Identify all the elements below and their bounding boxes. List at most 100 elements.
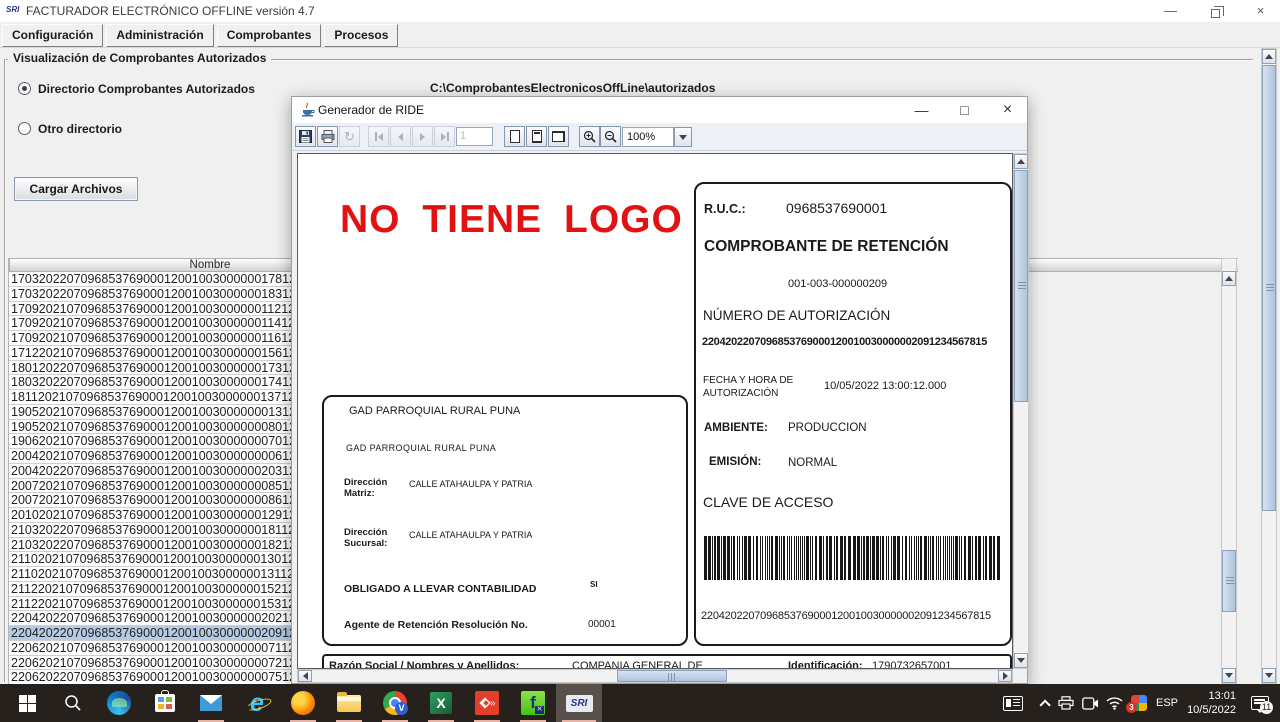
last-page-button[interactable] (434, 126, 455, 147)
java-icon (300, 102, 315, 118)
taskbar-edge-button[interactable] (96, 684, 142, 722)
dialog-scroll-thumb[interactable] (1014, 170, 1028, 402)
clock-time: 13:01 (1180, 689, 1236, 703)
radio-directorio-autorizados[interactable] (18, 82, 31, 95)
fit-page-icon (532, 130, 542, 143)
taskbar-firefox-button[interactable] (280, 684, 326, 722)
tray-network-button[interactable] (1102, 684, 1126, 722)
frame-scroll-thumb[interactable] (1262, 65, 1276, 511)
menu-procesos[interactable]: Procesos (324, 24, 398, 47)
frame-scroll-up-icon[interactable] (1262, 49, 1276, 64)
frame-scroll-down-icon[interactable] (1262, 668, 1276, 683)
save-button[interactable] (295, 126, 316, 147)
obligado-label: OBLIGADO A LLEVAR CONTABILIDAD (344, 583, 537, 595)
taskbar-facturador-button[interactable]: f✕ (510, 684, 556, 722)
zoom-combo-arrow[interactable] (674, 127, 692, 147)
colored-app-icon: 3 (1131, 695, 1147, 711)
taskbar-explorer-button[interactable] (326, 684, 372, 722)
table-scroll-up-icon[interactable] (1222, 271, 1236, 286)
taskbar-store-button[interactable] (142, 684, 188, 722)
dir-matriz-label: Dirección Matriz: (344, 477, 402, 499)
dialog-hscroll-thumb[interactable] (617, 670, 727, 682)
taskbar-excel-button[interactable]: X (418, 684, 464, 722)
tray-clock[interactable]: 13:01 10/5/2022 (1180, 689, 1236, 717)
table-scroll-down-icon[interactable] (1222, 668, 1236, 683)
clave-acceso-value: 2204202207096853769000120010030000002091… (701, 610, 991, 622)
taskbar-chrome-button[interactable]: V (372, 684, 418, 722)
ambiente-value: PRODUCCION (788, 422, 867, 434)
identificacion-value: 1790732657001 (872, 660, 952, 669)
identificacion-label: Identificación: (788, 660, 863, 669)
main-window-title: FACTURADOR ELECTRÓNICO OFFLINE versión 4… (26, 4, 315, 18)
dir-matriz-value: CALLE ATAHAULPA Y PATRIA (409, 479, 532, 489)
notification-count: 11 (1260, 701, 1273, 714)
table-vscrollbar[interactable] (1221, 258, 1237, 684)
tray-notifier-app-button[interactable]: 3 (1126, 684, 1152, 722)
taskbar-sri-button[interactable]: SRI (556, 684, 602, 722)
prev-page-button[interactable] (390, 126, 411, 147)
dialog-maximize-button[interactable]: □ (943, 97, 986, 123)
taskbar-mail-button[interactable] (188, 684, 234, 722)
document-viewer: NO TIENE LOGO GAD PARROQUIAL RURAL PUNA … (297, 153, 1013, 669)
language-label: ESP (1156, 697, 1178, 709)
menu-configuracion[interactable]: Configuración (2, 24, 103, 47)
page-number-field[interactable]: 1 (456, 127, 493, 146)
badge-count: 3 (1126, 702, 1137, 713)
chevron-up-icon (1039, 699, 1050, 710)
dialog-vscrollbar[interactable] (1013, 153, 1029, 669)
radio-otro-directorio[interactable] (18, 122, 31, 135)
main-titlebar: SRI FACTURADOR ELECTRÓNICO OFFLINE versi… (0, 0, 1280, 22)
company-name-2: GAD PARROQUIAL RURAL PUNA (346, 443, 496, 453)
windows-start-icon (19, 695, 36, 712)
taskbar-search-button[interactable] (50, 684, 96, 722)
file-explorer-icon (337, 695, 361, 712)
dialog-minimize-button[interactable]: — (900, 97, 943, 123)
reload-button[interactable]: ↻ (339, 126, 360, 147)
minimize-button[interactable]: — (1148, 0, 1193, 22)
print-icon (321, 130, 335, 143)
tray-news-button[interactable] (995, 684, 1031, 722)
restore-button[interactable] (1193, 0, 1238, 22)
zoom-in-icon (583, 130, 596, 143)
print-button[interactable] (317, 126, 338, 147)
dialog-scroll-left-icon[interactable] (298, 670, 312, 682)
frame-vscrollbar[interactable] (1261, 48, 1277, 684)
red-diamond-app-icon: » (475, 691, 499, 715)
tray-printer-button[interactable] (1054, 684, 1078, 722)
tray-notifications-button[interactable]: 11 (1240, 684, 1280, 722)
search-icon (64, 694, 82, 712)
tray-meetnow-button[interactable] (1078, 684, 1102, 722)
dialog-hscrollbar[interactable] (297, 669, 1013, 683)
buyer-box: Razón Social / Nombres y Apellidos: COMP… (322, 654, 1012, 669)
actual-size-button[interactable] (504, 126, 525, 147)
page-icon (510, 130, 520, 143)
start-button[interactable] (4, 684, 50, 722)
table-scroll-thumb[interactable] (1222, 550, 1236, 612)
cargar-archivos-button[interactable]: Cargar Archivos (14, 177, 138, 201)
dialog-scroll-down-icon[interactable] (1014, 653, 1028, 668)
wifi-icon (1106, 697, 1123, 710)
tray-expand-button[interactable] (1032, 684, 1054, 722)
close-button[interactable]: × (1238, 0, 1280, 22)
zoom-level-combo[interactable]: 100% (622, 127, 674, 147)
sri-logo-icon: SRI (6, 5, 19, 14)
zoom-out-icon (604, 130, 617, 143)
dialog-scroll-up-icon[interactable] (1014, 154, 1028, 169)
groupbox-border-left (4, 59, 6, 682)
taskbar-ie-button[interactable]: e (234, 684, 280, 722)
dialog-scroll-right-icon[interactable] (998, 670, 1012, 682)
news-icon (1003, 696, 1023, 711)
dialog-close-button[interactable]: × (986, 97, 1029, 123)
first-page-button[interactable] (368, 126, 389, 147)
auth-number-value: 2204202207096853769000120010030000002091… (702, 336, 987, 348)
menu-comprobantes[interactable]: Comprobantes (217, 24, 322, 47)
taskbar-redapp-button[interactable]: » (464, 684, 510, 722)
ride-dialog: Generador de RIDE — □ × (291, 96, 1028, 684)
zoom-in-button[interactable] (579, 126, 600, 147)
tray-language-button[interactable]: ESP (1152, 684, 1182, 722)
fit-page-button[interactable] (526, 126, 547, 147)
menu-administracion[interactable]: Administración (106, 24, 213, 47)
zoom-out-button[interactable] (600, 126, 621, 147)
next-page-button[interactable] (412, 126, 433, 147)
fit-width-button[interactable] (548, 126, 569, 147)
